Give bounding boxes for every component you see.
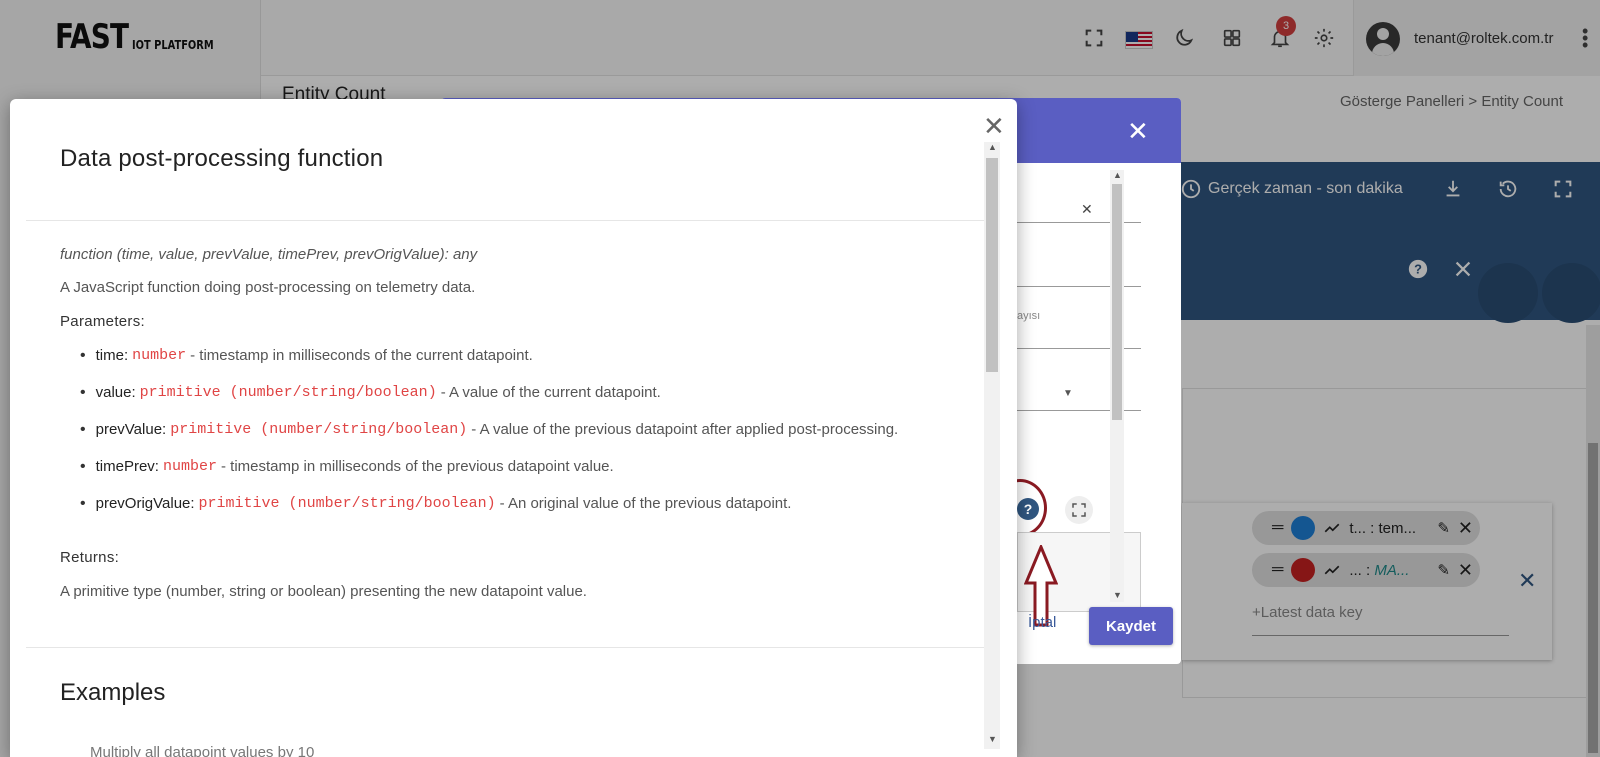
parameter-list: time:number- timestamp in milliseconds o… <box>80 347 899 532</box>
scroll-up-icon[interactable]: ▲ <box>988 142 997 152</box>
returns-heading: Returns: <box>60 549 120 566</box>
list-item: value:primitive (number/string/boolean)-… <box>80 384 898 421</box>
close-icon[interactable]: ✕ <box>1127 116 1149 147</box>
scroll-down-icon[interactable]: ▼ <box>1113 590 1122 600</box>
help-dialog: ✕ Data post-processing function function… <box>10 99 1017 757</box>
divider <box>26 647 991 648</box>
scroll-down-icon[interactable]: ▼ <box>988 734 997 744</box>
list-item: prevOrigValue:primitive (number/string/b… <box>80 495 898 532</box>
list-item: timePrev:number- timestamp in millisecon… <box>80 458 898 495</box>
list-item: time:number- timestamp in milliseconds o… <box>80 347 898 384</box>
scroll-up-icon[interactable]: ▲ <box>1113 170 1122 180</box>
example-item: Multiply all datapoint values by 10 <box>90 744 315 757</box>
dialog-title: Data post-processing function <box>60 145 384 172</box>
close-icon[interactable]: ✕ <box>983 113 1005 139</box>
dialog-scrollbar[interactable]: ▲ ▼ <box>1110 170 1124 602</box>
dropdown-arrow-icon[interactable]: ▼ <box>1063 388 1073 399</box>
examples-heading: Examples <box>60 679 166 706</box>
divider <box>26 220 991 221</box>
save-button[interactable]: Kaydet <box>1089 607 1173 645</box>
function-signature: function (time, value, prevValue, timePr… <box>60 246 478 263</box>
function-description: A JavaScript function doing post-process… <box>60 279 476 296</box>
list-item: prevValue:primitive (number/string/boole… <box>80 421 899 458</box>
returns-description: A primitive type (number, string or bool… <box>60 583 587 600</box>
field-hint: ayısı <box>1017 310 1041 322</box>
help-scrollbar[interactable]: ▲ ▼ <box>984 142 1000 749</box>
parameters-heading: Parameters: <box>60 313 145 330</box>
clear-icon[interactable]: ✕ <box>1081 201 1093 218</box>
cancel-button[interactable]: İptal <box>1028 614 1056 631</box>
fullscreen-editor-icon[interactable] <box>1065 496 1093 524</box>
